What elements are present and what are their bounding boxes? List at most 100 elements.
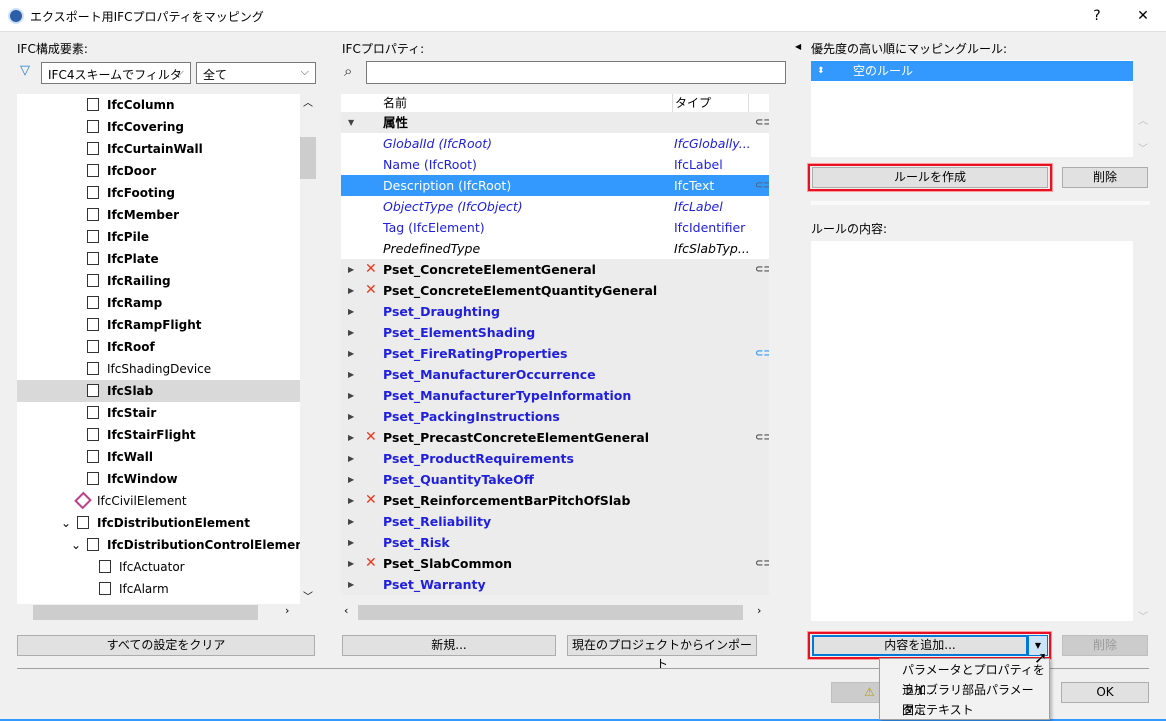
tree-item[interactable]: IfcStairFlight <box>17 424 300 446</box>
property-set-row[interactable]: ▶ ✕ Pset_SlabCommon ⊂⊃ <box>341 553 769 574</box>
menu-item-add-parameters-properties[interactable]: パラメータとプロパティを追加... <box>880 660 1049 697</box>
tree-item[interactable]: IfcFooting <box>17 182 300 204</box>
ifc-element-tree[interactable]: IfcColumn IfcCovering IfcCurtainWall IfcDoo… <box>17 94 300 604</box>
property-row[interactable]: ObjectType (IfcObject) IfcLabel <box>341 196 769 217</box>
scroll-down-icon[interactable]: ﹀ <box>303 588 313 603</box>
property-set-row[interactable]: ▶ ✕ Pset_ReinforcementBarPitchOfSlab <box>341 490 769 511</box>
property-set-row[interactable]: ▶ Pset_ManufacturerOccurrence <box>341 364 769 385</box>
add-content-menu[interactable]: パラメータとプロパティを追加... ライブラリ部品パラメータ... 固定テキスト <box>879 658 1050 720</box>
property-set-row[interactable]: ▶ ✕ Pset_ConcreteElementGeneral ⊂⊃ <box>341 259 769 280</box>
property-row[interactable]: PredefinedType IfcSlabTyp... <box>341 238 769 259</box>
tree-item[interactable]: IfcCivilElement <box>17 490 300 512</box>
property-set-row[interactable]: ▶ Pset_FireRatingProperties ⊂⊃ <box>341 343 769 364</box>
tree-item[interactable]: IfcCurtainWall <box>17 138 300 160</box>
scroll-down-icon[interactable]: ﹀ <box>1138 608 1148 623</box>
menu-item-library-part-parameters[interactable]: ライブラリ部品パラメータ... <box>880 680 1049 717</box>
scroll-up-icon[interactable]: ︿ <box>1138 112 1148 127</box>
collapsed-arrow-icon[interactable]: ▶ <box>348 490 354 511</box>
scroll-thumb[interactable] <box>300 137 316 179</box>
property-set-row[interactable]: ▶ Pset_ElementShading <box>341 322 769 343</box>
scroll-thumb[interactable] <box>33 605 258 620</box>
rule-item[interactable]: ⬍ 空のルール <box>811 61 1133 81</box>
property-set-row[interactable]: ▶ Pset_ProductRequirements <box>341 448 769 469</box>
tree-item[interactable]: IfcMember <box>17 204 300 226</box>
create-rule-button[interactable]: ルールを作成 <box>812 167 1048 188</box>
scroll-down-icon[interactable]: ﹀ <box>1138 140 1148 155</box>
tree-horizontal-scrollbar[interactable]: › <box>17 604 300 621</box>
property-set-row[interactable]: ▼ 属性 ⊂⊃ <box>341 112 769 133</box>
import-from-project-button[interactable]: 現在のプロジェクトからインポート <box>567 635 757 671</box>
property-set-row[interactable]: ▶ Pset_ManufacturerTypeInformation <box>341 385 769 406</box>
column-header-type[interactable]: タイプ <box>672 94 749 112</box>
collapsed-arrow-icon[interactable]: ▶ <box>348 448 354 469</box>
mapping-rules-list[interactable]: ⬍ 空のルール <box>811 60 1133 157</box>
props-horizontal-scrollbar[interactable]: ‹ › <box>341 604 769 621</box>
property-set-row[interactable]: ▶ Pset_Reliability <box>341 511 769 532</box>
property-set-row[interactable]: ▶ Pset_QuantityTakeOff <box>341 469 769 490</box>
collapsed-arrow-icon[interactable]: ▶ <box>348 553 354 574</box>
type-filter-select[interactable]: 全て ⌵ <box>196 62 316 84</box>
collapsed-arrow-icon[interactable]: ▶ <box>348 469 354 490</box>
collapse-panel-icon[interactable]: ◀ <box>795 42 801 51</box>
scroll-thumb[interactable] <box>358 605 743 620</box>
tree-item[interactable]: IfcRampFlight <box>17 314 300 336</box>
clear-all-settings-button[interactable]: すべての設定をクリア <box>17 635 315 656</box>
tree-item[interactable]: IfcCovering <box>17 116 300 138</box>
tree-item[interactable]: IfcSlab <box>17 380 300 402</box>
property-set-row[interactable]: ▶ Pset_Risk <box>341 532 769 553</box>
tree-item[interactable]: IfcColumn <box>17 94 300 116</box>
collapsed-arrow-icon[interactable]: ▶ <box>348 301 354 322</box>
tree-item[interactable]: IfcPile <box>17 226 300 248</box>
chevron-down-icon[interactable]: ⌄ <box>71 534 81 556</box>
new-property-button[interactable]: 新規... <box>342 635 556 656</box>
tree-vertical-scrollbar[interactable]: ︿ ﹀ <box>300 94 316 604</box>
tree-item[interactable]: IfcAlarm <box>17 578 300 600</box>
collapsed-arrow-icon[interactable]: ▶ <box>348 385 354 406</box>
collapsed-arrow-icon[interactable]: ▶ <box>348 343 354 364</box>
scroll-right-icon[interactable]: › <box>285 604 289 617</box>
collapsed-arrow-icon[interactable]: ▶ <box>348 322 354 343</box>
tree-item[interactable]: IfcShadingDevice <box>17 358 300 380</box>
collapsed-arrow-icon[interactable]: ▶ <box>348 574 354 595</box>
tree-item[interactable]: IfcStair <box>17 402 300 424</box>
tree-item[interactable]: ⌄ IfcDistributionControlElement <box>17 534 300 556</box>
scroll-left-icon[interactable]: ‹ <box>344 604 348 617</box>
tree-item[interactable]: IfcDoor <box>17 160 300 182</box>
scroll-up-icon[interactable]: ︿ <box>303 94 313 109</box>
collapsed-arrow-icon[interactable]: ▶ <box>348 427 354 448</box>
delete-rule-button[interactable]: 削除 <box>1062 167 1148 188</box>
property-set-row[interactable]: ▶ Pset_Draughting <box>341 301 769 322</box>
collapsed-arrow-icon[interactable]: ▶ <box>348 511 354 532</box>
tree-item[interactable]: IfcRamp <box>17 292 300 314</box>
tree-item[interactable]: IfcWindow <box>17 468 300 490</box>
property-table[interactable]: ▼ 属性 ⊂⊃ GlobalId (IfcRoot) IfcGlobally... Nam… <box>341 112 769 595</box>
expanded-arrow-icon[interactable]: ▼ <box>348 112 354 133</box>
collapsed-arrow-icon[interactable]: ▶ <box>348 280 354 301</box>
property-row[interactable]: Description (IfcRoot) IfcText ⊂⊃ <box>341 175 769 196</box>
tree-item[interactable]: IfcRoof <box>17 336 300 358</box>
property-set-row[interactable]: ▶ Pset_PackingInstructions <box>341 406 769 427</box>
collapsed-arrow-icon[interactable]: ▶ <box>348 406 354 427</box>
ok-button[interactable]: OK <box>1061 682 1149 703</box>
tree-item[interactable]: IfcRailing <box>17 270 300 292</box>
scroll-right-icon[interactable]: › <box>757 604 761 617</box>
property-set-row[interactable]: ▶ Pset_Warranty <box>341 574 769 595</box>
property-set-row[interactable]: ▶ ✕ Pset_ConcreteElementQuantityGeneral <box>341 280 769 301</box>
close-button[interactable]: ✕ <box>1128 4 1158 28</box>
property-row[interactable]: GlobalId (IfcRoot) IfcGlobally... <box>341 133 769 154</box>
tree-item[interactable]: IfcWall <box>17 446 300 468</box>
tree-item[interactable]: IfcPlate <box>17 248 300 270</box>
rule-content-area[interactable] <box>811 241 1133 621</box>
property-set-row[interactable]: ▶ ✕ Pset_PrecastConcreteElementGeneral ⊂⊃ <box>341 427 769 448</box>
chevron-down-icon[interactable]: ⌄ <box>61 512 71 534</box>
collapsed-arrow-icon[interactable]: ▶ <box>348 364 354 385</box>
collapsed-arrow-icon[interactable]: ▶ <box>348 532 354 553</box>
tree-item[interactable]: ⌄ IfcDistributionElement <box>17 512 300 534</box>
tree-item[interactable]: IfcActuator <box>17 556 300 578</box>
property-row[interactable]: Name (IfcRoot) IfcLabel <box>341 154 769 175</box>
collapsed-arrow-icon[interactable]: ▶ <box>348 259 354 280</box>
schema-filter-select[interactable]: IFC4スキームでフィルタ ⌵ <box>41 62 191 84</box>
help-button[interactable]: ? <box>1082 4 1112 28</box>
add-content-button[interactable]: 内容を追加... <box>812 635 1028 656</box>
column-header-name[interactable]: 名前 <box>383 94 407 112</box>
